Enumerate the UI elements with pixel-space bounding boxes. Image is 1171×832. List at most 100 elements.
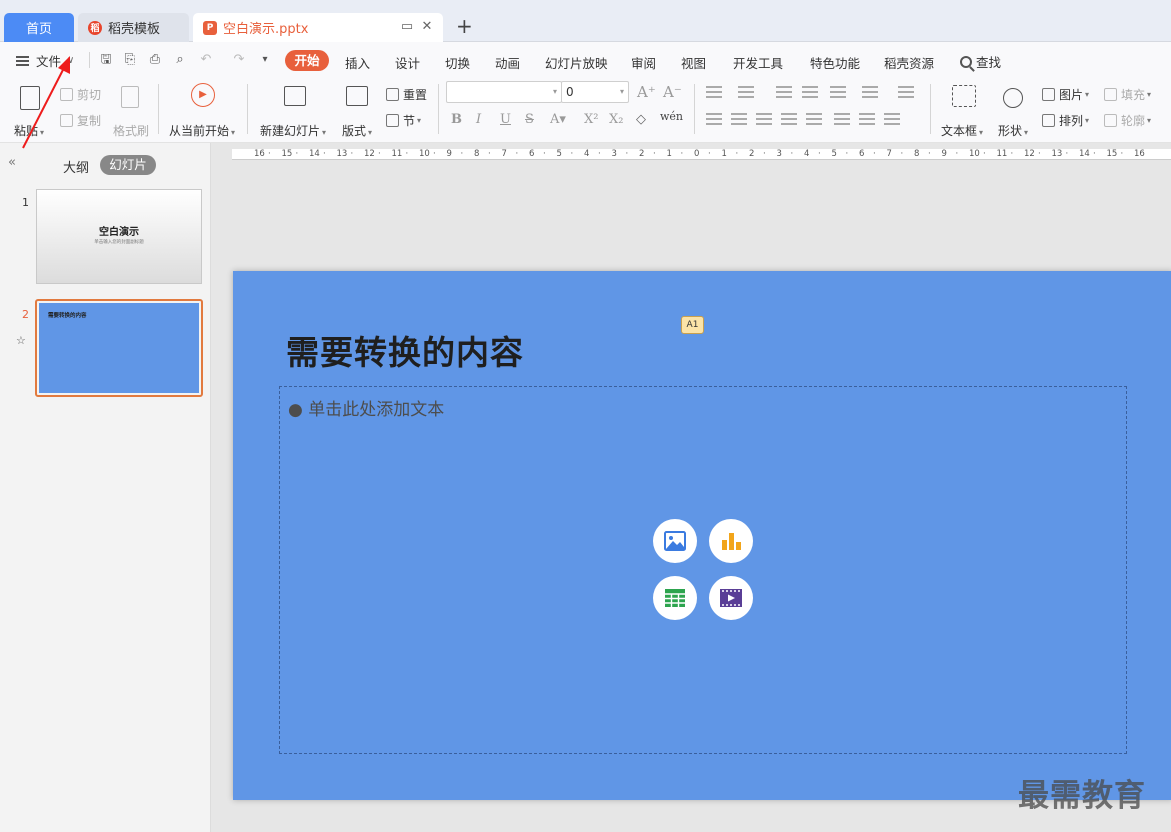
- menu-tab-docer-resources[interactable]: 稻壳资源: [884, 53, 934, 72]
- superscript-icon[interactable]: X²: [584, 112, 598, 127]
- clear-format-icon[interactable]: ◇: [636, 112, 646, 127]
- format-painter-icon[interactable]: [121, 86, 139, 108]
- insert-video-button[interactable]: [709, 576, 753, 620]
- textbox-button[interactable]: 文本框 ▾: [941, 122, 983, 139]
- columns-icon[interactable]: [862, 86, 878, 98]
- save-icon[interactable]: 🖫: [98, 52, 114, 68]
- slide-thumbnail-1[interactable]: 空白演示 单击输入您的封面副标题: [36, 189, 202, 284]
- menu-tab-transitions[interactable]: 切换: [445, 53, 470, 72]
- copy-button[interactable]: 复制: [60, 112, 101, 129]
- align-text-icon[interactable]: [898, 86, 914, 98]
- collapse-panel-icon[interactable]: «: [8, 155, 16, 170]
- shape-button[interactable]: 形状 ▾: [998, 122, 1028, 139]
- new-tab-button[interactable]: +: [456, 16, 473, 36]
- undo-icon[interactable]: ↶: [198, 52, 214, 68]
- content-placeholder[interactable]: ● 单击此处添加文本: [279, 386, 1127, 754]
- menu-tab-animation[interactable]: 动画: [495, 53, 520, 72]
- decrease-font-icon[interactable]: A⁻: [663, 83, 682, 101]
- menu-tab-features[interactable]: 特色功能: [810, 53, 860, 72]
- placeholder-text[interactable]: ● 单击此处添加文本: [288, 395, 444, 420]
- align-right-icon[interactable]: [756, 113, 772, 125]
- slide-number: 2: [22, 308, 29, 321]
- textbox-icon[interactable]: [952, 85, 976, 107]
- file-menu-button[interactable]: 文件 ∨: [16, 51, 74, 70]
- line-spacing-icon[interactable]: [834, 113, 850, 125]
- numbered-list-icon[interactable]: [738, 86, 754, 98]
- paragraph-settings-icon[interactable]: [884, 113, 900, 125]
- arrange-button[interactable]: 排列 ▾: [1042, 112, 1089, 129]
- tab-home[interactable]: 首页: [4, 13, 74, 42]
- comment-marker[interactable]: A1: [681, 316, 704, 334]
- shape-icon[interactable]: [1003, 88, 1023, 108]
- subscript-icon[interactable]: X₂: [609, 112, 623, 127]
- play-from-current-button[interactable]: 从当前开始 ▾: [169, 122, 235, 139]
- menu-tab-insert[interactable]: 插入: [345, 53, 370, 72]
- menu-tab-review[interactable]: 审阅: [631, 53, 656, 72]
- cut-button[interactable]: 剪切: [60, 86, 101, 103]
- menu-row: 文件 ∨ 🖫 ⎘ ⎙ ⌕ ↶ ↷ ▾ 开始 插入 设计 切换 动画 幻灯片放映 …: [0, 42, 1171, 78]
- reset-button[interactable]: 重置: [386, 86, 427, 103]
- play-icon[interactable]: ▶: [191, 83, 215, 107]
- paste-button[interactable]: 粘贴 ▾: [14, 122, 44, 139]
- menu-tab-design[interactable]: 设计: [395, 53, 420, 72]
- paragraph-spacing-icon[interactable]: [859, 113, 875, 125]
- bullet-list-icon[interactable]: [706, 86, 722, 98]
- distribute-icon[interactable]: [806, 113, 822, 125]
- layout-button[interactable]: 版式 ▾: [342, 122, 372, 139]
- copy-icon: [60, 114, 73, 127]
- font-color-icon[interactable]: A▾: [550, 112, 566, 127]
- close-tab-icon[interactable]: ✕: [420, 20, 434, 34]
- arrange-icon: [1042, 114, 1055, 127]
- slide-canvas[interactable]: 需要转换的内容 A1 ● 单击此处添加文本: [233, 271, 1171, 800]
- decrease-indent-icon[interactable]: [776, 86, 792, 98]
- ruler-label: 5: [556, 149, 562, 159]
- menu-tab-start[interactable]: 开始: [285, 50, 329, 71]
- shape-label: 形状: [998, 124, 1023, 138]
- slide-title[interactable]: 需要转换的内容: [286, 326, 524, 374]
- search-button[interactable]: 查找: [960, 52, 1001, 71]
- increase-font-icon[interactable]: A⁺: [637, 83, 656, 101]
- insert-table-button[interactable]: [653, 576, 697, 620]
- fill-button[interactable]: 填充 ▾: [1104, 86, 1151, 103]
- new-slide-icon[interactable]: [284, 86, 306, 106]
- ruler-label: 2: [639, 149, 645, 159]
- text-direction-icon[interactable]: [830, 86, 846, 98]
- outline-button[interactable]: 轮廓 ▾: [1104, 112, 1151, 129]
- section-button[interactable]: 节 ▾: [386, 112, 421, 129]
- pinyin-guide-icon[interactable]: wén: [660, 110, 683, 123]
- tab-slides[interactable]: 幻灯片: [100, 155, 156, 175]
- font-name-select[interactable]: ▾: [446, 81, 562, 103]
- redo-icon[interactable]: ↷: [231, 52, 247, 68]
- font-size-select[interactable]: 0 ▾: [561, 81, 629, 103]
- align-center-icon[interactable]: [731, 113, 747, 125]
- menu-tab-view[interactable]: 视图: [681, 53, 706, 72]
- format-painter-button[interactable]: 格式刷: [113, 122, 149, 139]
- tab-document[interactable]: P 空白演示.pptx ▭ ✕: [193, 13, 443, 42]
- export-icon[interactable]: ⎘: [122, 52, 138, 68]
- print-preview-icon[interactable]: ⌕: [172, 52, 188, 68]
- slide-thumbnail-2[interactable]: 需要转换的内容: [35, 299, 203, 397]
- align-left-icon[interactable]: [706, 113, 722, 125]
- insert-chart-button[interactable]: [709, 519, 753, 563]
- menu-tab-developer[interactable]: 开发工具: [733, 53, 783, 72]
- paste-icon[interactable]: [20, 86, 40, 110]
- layout-icon[interactable]: [346, 86, 368, 106]
- print-icon[interactable]: ⎙: [147, 52, 163, 68]
- increase-indent-icon[interactable]: [802, 86, 818, 98]
- textbox-label: 文本框: [941, 124, 978, 138]
- ruler-tick: ·: [378, 149, 381, 159]
- tab-template[interactable]: 稻 稻壳模板: [78, 13, 189, 42]
- underline-icon[interactable]: U: [500, 112, 511, 127]
- justify-icon[interactable]: [781, 113, 797, 125]
- insert-picture-button[interactable]: [653, 519, 697, 563]
- float-window-icon[interactable]: ▭: [400, 20, 414, 34]
- italic-icon[interactable]: I: [476, 112, 481, 127]
- strikethrough-icon[interactable]: S: [525, 112, 534, 127]
- tab-outline[interactable]: 大纲: [63, 157, 89, 176]
- customize-quick-access-icon[interactable]: ▾: [257, 52, 273, 68]
- new-slide-button[interactable]: 新建幻灯片 ▾: [260, 122, 326, 139]
- menu-tab-slideshow[interactable]: 幻灯片放映: [545, 53, 608, 72]
- picture-button[interactable]: 图片 ▾: [1042, 86, 1089, 103]
- horizontal-ruler[interactable]: 16 · 15 · 14 · 13 · 12 · 11 · 10 · 9 · 8 · 7 · 6 · 5 · 4 · 3 · 2 · 1 · 0…: [232, 149, 1171, 160]
- bold-icon[interactable]: B: [451, 112, 462, 127]
